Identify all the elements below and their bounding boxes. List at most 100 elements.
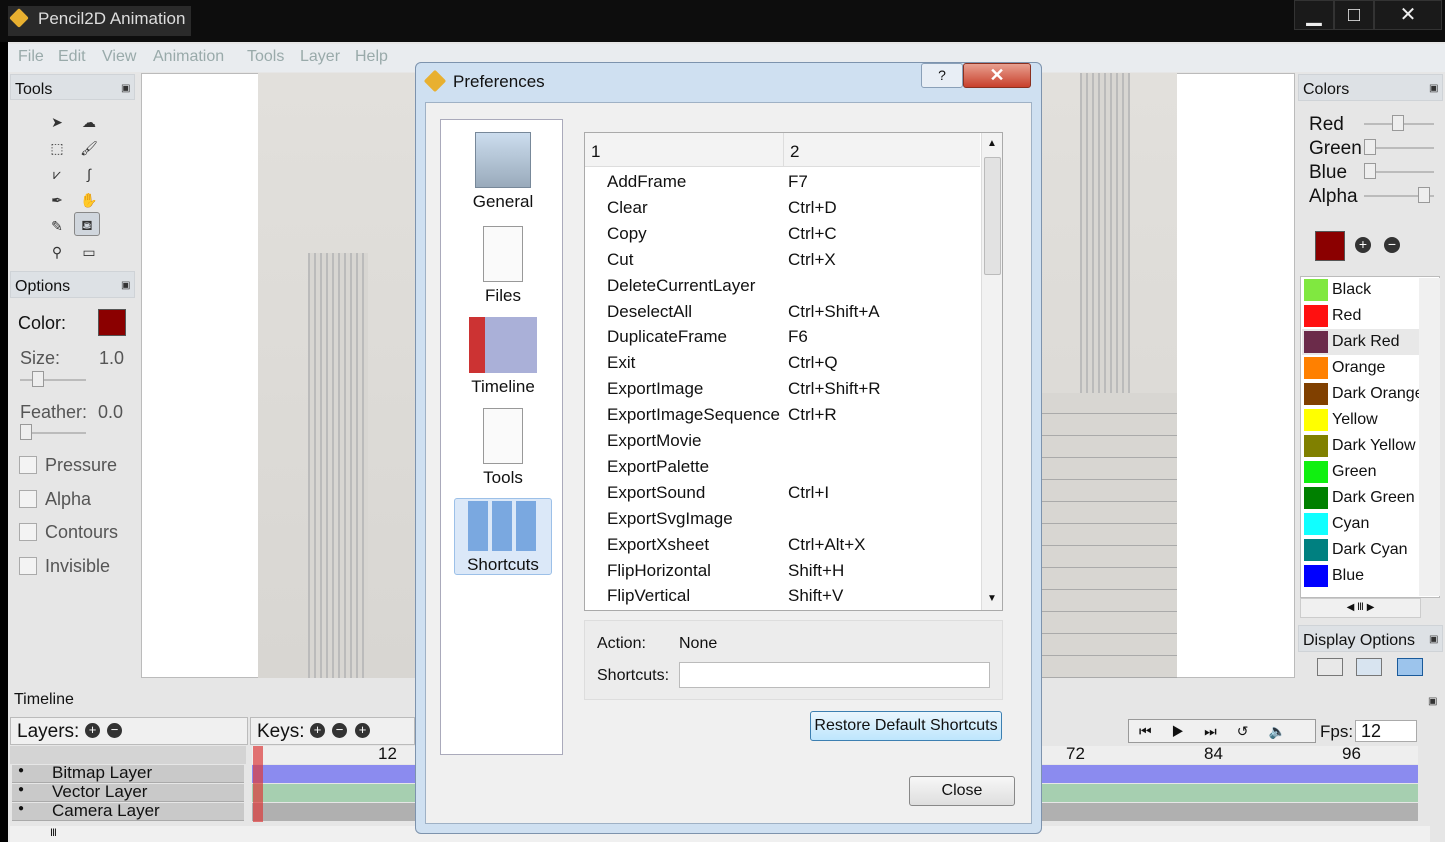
color-swatch[interactable] — [98, 309, 126, 336]
polyline-icon[interactable]: ⩗ — [44, 162, 70, 186]
column-header[interactable]: 1 — [591, 142, 600, 162]
brush-icon[interactable]: 🖌 — [76, 136, 102, 160]
palette-item[interactable]: Yellow — [1302, 407, 1420, 433]
nav-files[interactable]: Files — [454, 226, 552, 306]
float-icon[interactable]: ▣ — [1428, 696, 1437, 707]
column-header[interactable]: 2 — [790, 142, 799, 162]
nav-general[interactable]: General — [454, 132, 552, 212]
menu-layer[interactable]: Layer — [300, 48, 340, 66]
visibility-dot-icon[interactable]: ● — [18, 765, 24, 776]
table-row[interactable]: FlipHorizontal Shift+H — [607, 561, 977, 587]
table-row[interactable]: ExportPalette — [607, 457, 977, 483]
help-button[interactable]: ? — [921, 63, 963, 88]
outline-icon[interactable] — [1317, 658, 1343, 676]
loop-icon[interactable]: ↺ — [1237, 723, 1269, 739]
menu-view[interactable]: View — [102, 48, 136, 66]
palette-item[interactable]: Blue — [1302, 563, 1420, 589]
menu-tools[interactable]: Tools — [247, 48, 284, 66]
table-row[interactable]: AddFrame F7 — [607, 172, 977, 198]
table-row[interactable]: DuplicateFrame F6 — [607, 327, 977, 353]
nav-shortcuts[interactable]: Shortcuts — [454, 498, 552, 575]
hand-icon[interactable]: ✋ — [76, 188, 102, 212]
restore-defaults-button[interactable]: Restore Default Shortcuts — [810, 711, 1002, 741]
shortcut-input[interactable] — [679, 662, 990, 688]
palette-hscrollbar[interactable]: ◀ Ⅲ ▶ — [1300, 598, 1421, 618]
smudge-tool-icon[interactable]: ∫ — [76, 162, 102, 186]
pressure-checkbox[interactable] — [19, 456, 37, 474]
close-window-button[interactable]: ✕ — [1374, 0, 1442, 30]
palette-item[interactable]: Dark Cyan — [1302, 537, 1420, 563]
table-row[interactable]: DeselectAll Ctrl+Shift+A — [607, 302, 977, 328]
scroll-up-icon[interactable]: ▲ — [987, 138, 997, 149]
visibility-dot-icon[interactable]: ● — [18, 803, 24, 814]
palette-item[interactable]: Cyan — [1302, 511, 1420, 537]
layer-row[interactable]: ● Vector Layer — [12, 782, 244, 802]
nav-tools[interactable]: Tools — [454, 408, 552, 488]
table-row[interactable]: ExportMovie — [607, 431, 977, 457]
table-row[interactable]: ExportImageSequence Ctrl+R — [607, 405, 977, 431]
maximize-button[interactable]: □ — [1334, 0, 1374, 30]
scroll-down-icon[interactable]: ▼ — [987, 593, 997, 604]
pen-icon[interactable]: ✒ — [44, 188, 70, 212]
visibility-dot-icon[interactable]: ● — [18, 784, 24, 795]
palette-item[interactable]: Orange — [1302, 355, 1420, 381]
table-row[interactable]: Exit Ctrl+Q — [607, 353, 977, 379]
remove-layer-icon[interactable]: − — [107, 723, 122, 738]
size-slider[interactable] — [20, 379, 86, 381]
sound-icon[interactable]: 🔈 — [1268, 723, 1305, 739]
palette-item[interactable]: Dark Orange — [1302, 381, 1420, 407]
layer-row[interactable]: ● Bitmap Layer — [12, 763, 244, 783]
table-row[interactable]: Copy Ctrl+C — [607, 224, 977, 250]
table-row[interactable]: ExportImage Ctrl+Shift+R — [607, 379, 977, 405]
mirror-icon[interactable] — [1397, 658, 1423, 676]
dialog-close-x-button[interactable]: ✕ — [963, 63, 1031, 88]
smudge-icon[interactable]: ☁ — [76, 110, 102, 134]
float-icon[interactable]: ▣ — [1429, 634, 1438, 645]
add-key-icon[interactable]: + — [310, 723, 325, 738]
alpha-checkbox[interactable] — [19, 490, 37, 508]
minimize-button[interactable]: ▁ — [1294, 0, 1334, 30]
nav-timeline[interactable]: Timeline — [454, 317, 552, 397]
contours-checkbox[interactable] — [19, 523, 37, 541]
table-row[interactable]: Clear Ctrl+D — [607, 198, 977, 224]
add-layer-icon[interactable]: + — [85, 723, 100, 738]
close-button[interactable]: Close — [909, 776, 1015, 806]
blue-slider-knob[interactable] — [1364, 163, 1376, 179]
invisible-checkbox[interactable] — [19, 557, 37, 575]
duplicate-key-icon[interactable]: + — [355, 723, 370, 738]
size-slider-knob[interactable] — [32, 371, 44, 387]
onion-skin-icon[interactable] — [1356, 658, 1382, 676]
float-icon[interactable]: ▣ — [121, 83, 130, 94]
palette-item[interactable]: Red — [1302, 303, 1420, 329]
remove-key-icon[interactable]: − — [332, 723, 347, 738]
playhead[interactable] — [253, 746, 263, 822]
table-row[interactable]: ExportSound Ctrl+I — [607, 483, 977, 509]
select-arrow-icon[interactable]: ➤ — [44, 110, 70, 134]
current-color-swatch[interactable] — [1315, 231, 1345, 261]
play-icon[interactable]: ▶ — [1172, 723, 1205, 739]
table-row[interactable]: FlipVertical Shift+V — [607, 586, 977, 610]
eyedropper-icon[interactable]: ⚲ — [44, 240, 70, 264]
table-scrollbar[interactable]: ▲ ▼ — [981, 133, 1002, 610]
menu-animation[interactable]: Animation — [153, 48, 224, 66]
menu-file[interactable]: File — [18, 48, 44, 66]
pencil-tool-icon[interactable]: ✎ — [44, 214, 70, 238]
float-icon[interactable]: ▣ — [121, 280, 130, 291]
table-row[interactable]: DeleteCurrentLayer — [607, 276, 977, 302]
table-row[interactable]: Cut Ctrl+X — [607, 250, 977, 276]
palette-scrollbar[interactable] — [1419, 278, 1440, 596]
palette-item[interactable]: Black — [1302, 277, 1420, 303]
menu-help[interactable]: Help — [355, 48, 388, 66]
bucket-icon[interactable]: ⛾ — [74, 212, 100, 236]
remove-color-icon[interactable]: − — [1384, 237, 1400, 253]
menu-edit[interactable]: Edit — [58, 48, 86, 66]
feather-slider-knob[interactable] — [20, 424, 32, 440]
rect-select-icon[interactable]: ⬚ — [44, 136, 70, 160]
scroll-thumb[interactable] — [984, 157, 1001, 275]
alpha-slider-knob[interactable] — [1418, 187, 1430, 203]
fps-spinbox[interactable]: 12 — [1355, 720, 1417, 742]
layer-row[interactable]: ● Camera Layer — [12, 801, 244, 821]
next-frame-icon[interactable]: ⏭ — [1204, 723, 1237, 739]
palette-item[interactable]: Dark Yellow — [1302, 433, 1420, 459]
palette-item[interactable]: Dark Red — [1302, 329, 1420, 355]
